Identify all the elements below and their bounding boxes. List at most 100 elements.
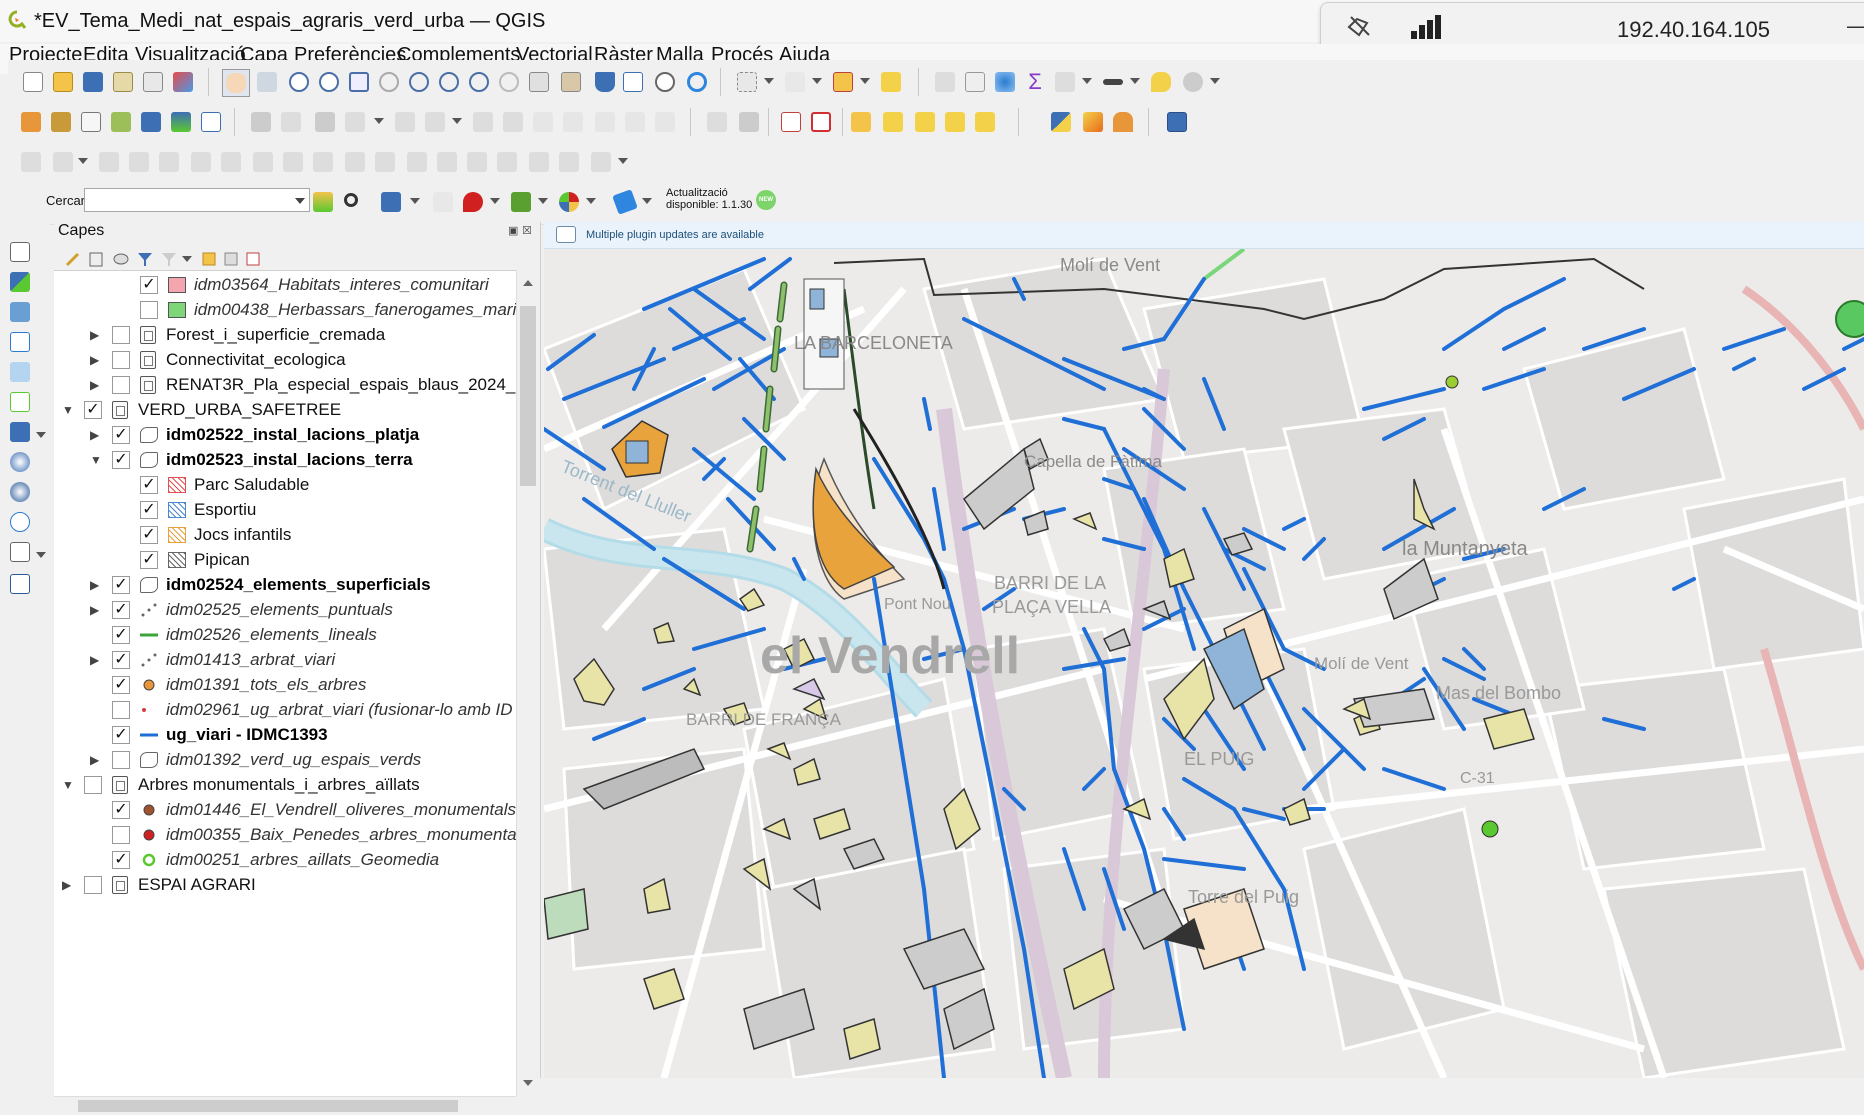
panel-float-icon[interactable]: ▣ [508,224,518,237]
layer-visibility-checkbox[interactable]: ✓ [140,476,158,494]
layer-tree-row[interactable]: ▶ Forest_i_superficie_cremada [54,323,516,348]
layer-name[interactable]: Forest_i_superficie_cremada [166,325,385,345]
measure-line-icon[interactable] [1100,69,1126,95]
layer-tree-row[interactable]: idm00438_Herbassars_fanerogames_mari [54,298,516,323]
layer-tree-row[interactable]: ✓ idm00251_arbres_aillats_Geomedia [54,848,516,873]
layer-visibility-checkbox[interactable] [140,301,158,319]
open-project-icon[interactable] [50,69,76,95]
cut-features-icon[interactable] [530,109,556,135]
search-map-icon[interactable] [310,189,336,215]
layer-visibility-checkbox[interactable]: ✓ [140,276,158,294]
layer-visibility-checkbox[interactable]: ✓ [112,651,130,669]
layer-visibility-checkbox[interactable]: ✓ [140,551,158,569]
layer-name[interactable]: idm01446_El_Vendrell_oliveres_monumental… [166,800,516,820]
layer-visibility-checkbox[interactable]: ✓ [112,851,130,869]
layer-tree-row[interactable]: ▶ Connectivitat_ecologica [54,348,516,373]
merge-attributes-icon[interactable] [434,149,460,175]
add-table-icon[interactable] [8,572,32,596]
tag-icon[interactable] [612,189,638,215]
label-highlight-icon[interactable] [848,109,874,135]
new-shapefile-icon[interactable] [78,109,104,135]
layer-tree-horizontal-scrollbar[interactable] [54,1096,516,1115]
layer-tree-vertical-scrollbar[interactable] [516,270,539,1096]
layer-name[interactable]: Connectivitat_ecologica [166,350,346,370]
map-tips-icon[interactable] [1148,69,1174,95]
filter-expression-icon[interactable] [160,250,178,268]
layer-name[interactable]: Jocs infantils [194,525,291,545]
expand-arrow-icon[interactable]: ▶ [62,878,72,892]
select-by-value-icon[interactable] [782,69,808,95]
filter-legend-icon[interactable] [136,250,154,268]
offset-curve-icon[interactable] [250,149,276,175]
layer-visibility-checkbox[interactable] [84,876,102,894]
add-spatialite-icon[interactable] [8,360,32,384]
map-rendering[interactable]: Molí de Vent LA BARCELONETA Capella de F… [544,249,1864,1078]
layer-name[interactable]: VERD_URBA_SAFETREE [138,400,341,420]
layer-tree-row[interactable]: idm00355_Baix_Penedes_arbres_monumental [54,823,516,848]
reshape-icon[interactable] [218,149,244,175]
layer-visibility-checkbox[interactable] [112,351,130,369]
attribute-table-icon[interactable] [962,69,988,95]
layer-visibility-checkbox[interactable]: ✓ [112,576,130,594]
undo-icon[interactable] [622,109,648,135]
label-tool-icon[interactable] [704,109,730,135]
zoom-native-icon[interactable] [436,69,462,95]
remote-minimize-button[interactable]: — [1847,13,1864,39]
diagram-tool-icon[interactable] [736,109,762,135]
identify-features-icon[interactable] [878,69,904,95]
new-3d-view-icon[interactable] [558,69,584,95]
layer-name[interactable]: idm03564_Habitats_interes_comunitari [194,275,489,295]
layer-tree-row[interactable]: ✓ idm01446_El_Vendrell_oliveres_monumenta… [54,798,516,823]
layer-visibility-checkbox[interactable] [112,751,130,769]
pan-to-selection-icon[interactable] [254,69,280,95]
select-features-icon[interactable] [734,69,760,95]
layer-tree-row[interactable]: ✓ Parc Saludable [54,473,516,498]
layer-visibility-checkbox[interactable]: ✓ [112,426,130,444]
deselect-all-icon[interactable] [830,69,856,95]
layer-tree-row[interactable]: ✓ ug_viari - IDMC1393 [54,723,516,748]
digitize-icon[interactable] [342,109,368,135]
pan-map-icon[interactable] [222,69,250,97]
layer-name[interactable]: Arbres monumentals_i_arbres_aïllats [138,775,420,795]
layer-tree-row[interactable]: ✓ Pipican [54,548,516,573]
layer-visibility-checkbox[interactable] [112,826,130,844]
python-console-icon[interactable] [1048,109,1074,135]
add-raster-layer-icon[interactable] [168,109,194,135]
save-edits-icon[interactable] [312,109,338,135]
layer-tree-row[interactable]: ▶ ✓ idm02522_instal_lacions_platja [54,423,516,448]
temporal-controller-icon[interactable] [652,69,678,95]
layer-tree-row[interactable]: ▶ ✓ idm02524_elements_superficials [54,573,516,598]
layer-name[interactable]: idm00355_Baix_Penedes_arbres_monumental [166,825,516,845]
layer-visibility-checkbox[interactable]: ✓ [140,526,158,544]
layer-visibility-checkbox[interactable]: ✓ [140,501,158,519]
expand-arrow-icon[interactable]: ▶ [90,378,100,392]
expand-arrow-icon[interactable]: ▶ [90,753,100,767]
add-delimited-text-icon[interactable] [8,330,32,354]
new-temporary-layer-icon[interactable] [108,109,134,135]
layer-name[interactable]: Pipican [194,550,250,570]
processing-toolbox-icon[interactable] [992,69,1018,95]
pie-chart-icon[interactable] [556,189,582,215]
trash-icon[interactable] [500,109,526,135]
layer-visibility-checkbox[interactable]: ✓ [112,676,130,694]
collapse-arrow-icon[interactable]: ▼ [62,403,74,417]
add-wfs-icon[interactable] [8,480,32,504]
add-csv-layer-icon[interactable] [138,109,164,135]
split-parts-icon[interactable] [372,149,398,175]
layer-name[interactable]: RENAT3R_Pla_especial_espais_blaus_2024_2… [166,375,516,395]
add-virtual-icon[interactable] [8,390,32,414]
add-mesh-icon[interactable] [8,300,32,324]
advanced-digitizing-icon[interactable] [18,149,44,175]
offset-point-symbols-icon[interactable] [494,149,520,175]
zoom-last-icon[interactable] [466,69,492,95]
layer-name[interactable]: Parc Saludable [194,475,309,495]
new-project-icon[interactable] [20,69,46,95]
remove-layer-icon[interactable] [244,250,262,268]
layer-name[interactable]: Esportiu [194,500,256,520]
new-badge-icon[interactable]: NEW [756,190,776,210]
add-wms-icon[interactable] [8,420,32,444]
expand-arrow-icon[interactable]: ▶ [90,653,100,667]
search-input[interactable] [84,188,310,212]
collapse-all-icon[interactable] [222,250,240,268]
show-bookmarks-icon[interactable] [620,69,646,95]
